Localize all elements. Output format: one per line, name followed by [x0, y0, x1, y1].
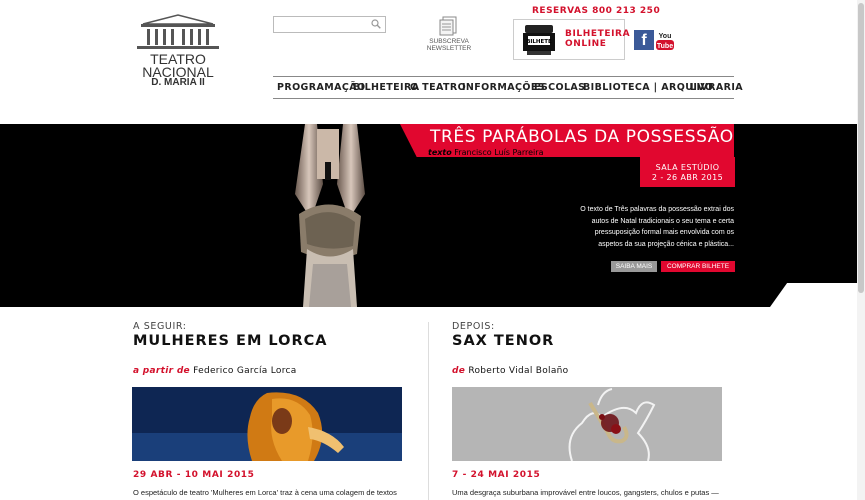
hero-description-line: aspetos da sua projeção cénica e plástic… — [598, 240, 734, 248]
search-icon[interactable] — [371, 19, 381, 29]
svg-text:You: You — [659, 33, 672, 40]
next-show-dates: 29 ABR - 10 MAI 2015 — [133, 470, 255, 480]
next-show-author: a partir de Federico García Lorca — [133, 366, 297, 376]
nav-item-o-teatro[interactable]: O TEATRO — [410, 82, 466, 93]
after-show-title[interactable]: SAX TENOR — [452, 333, 554, 349]
reservations-phone: RESERVAS 800 213 250 — [532, 6, 661, 16]
online-box-office-button[interactable]: BILHETE BILHETEIRA ONLINE — [513, 19, 630, 60]
hero-venue: SALA ESTÚDIO — [655, 163, 720, 172]
performer-in-shawl-image — [132, 387, 402, 461]
nav-item-informacoes[interactable]: INFORMAÇÕES — [462, 82, 545, 93]
box-office-line-1: BILHETEIRA — [565, 29, 631, 39]
more-info-button[interactable]: SAIBA MAIS — [611, 261, 657, 272]
hero-corner-cutout — [770, 283, 865, 307]
column-divider — [428, 322, 429, 500]
logo-line-3: D. MARIA II — [151, 77, 205, 88]
after-show-author: de Roberto Vidal Bolaño — [452, 366, 569, 376]
next-show-author-name: Federico García Lorca — [193, 366, 297, 376]
after-label: DEPOIS: — [452, 321, 495, 332]
newspaper-icon — [439, 16, 457, 36]
after-show-dates: 7 - 24 MAI 2015 — [452, 470, 541, 480]
hero-description-line: O texto de Três palavras da possessão ex… — [580, 206, 734, 213]
next-show-description: O espetáculo de teatro 'Mulheres em Lorc… — [133, 488, 397, 497]
svg-text:Tube: Tube — [657, 43, 673, 50]
hero-author: texto Francisco Luís Parreira — [428, 148, 543, 157]
hero-dates: 2 - 26 ABR 2015 — [651, 173, 724, 182]
next-label: A SEGUIR: — [133, 321, 187, 332]
hero-description-line: autos de Natal tradicionais o seu tema e… — [591, 217, 734, 225]
newsletter-line-2: NEWSLETTER — [426, 45, 472, 52]
after-show-author-name: Roberto Vidal Bolaño — [468, 366, 569, 376]
facebook-icon[interactable]: f — [634, 30, 654, 50]
next-show-image[interactable] — [132, 387, 402, 461]
main-navigation: PROGRAMAÇÃO BILHETEIRA O TEATRO INFORMAÇ… — [273, 76, 743, 99]
saxophone-chalk-outline-image — [452, 387, 722, 461]
scrollbar-thumb[interactable] — [858, 3, 864, 293]
ticket-machine-icon: BILHETE — [523, 25, 555, 55]
after-show-author-prefix: de — [452, 366, 466, 376]
after-show-description: Uma desgraça suburbana improvável entre … — [452, 488, 719, 497]
nav-item-livraria[interactable]: LIVRARIA — [690, 82, 743, 93]
hero-title[interactable]: TRÊS PARÁBOLAS DA POSSESSÃO — [430, 127, 734, 147]
after-show-image[interactable] — [452, 387, 722, 461]
hero-description: O texto de Três palavras da possessão ex… — [578, 204, 734, 250]
theatre-building-icon — [137, 14, 219, 49]
youtube-icon[interactable]: You Tube — [656, 30, 674, 50]
search-input[interactable] — [273, 16, 386, 33]
ticket-text: BILHETE — [526, 39, 552, 45]
box-office-line-2: ONLINE — [565, 39, 607, 49]
hero-author-prefix: texto — [428, 148, 452, 157]
hero-banner: TRÊS PARÁBOLAS DA POSSESSÃO texto Franci… — [0, 124, 865, 307]
venue-dates-badge: SALA ESTÚDIO 2 - 26 ABR 2015 — [640, 157, 735, 187]
performer-image — [265, 124, 395, 307]
newsletter-link[interactable]: SUBSCREVA NEWSLETTER — [425, 16, 473, 56]
newsletter-line-1: SUBSCREVA — [429, 38, 469, 45]
buy-ticket-button[interactable]: COMPRAR BILHETE — [661, 261, 735, 272]
next-show-author-prefix: a partir de — [133, 366, 190, 376]
hero-author-name: Francisco Luís Parreira — [454, 148, 544, 157]
theatre-logo[interactable]: TEATRO NACIONAL D. MARIA II — [133, 14, 223, 88]
next-show-title[interactable]: MULHERES EM LORCA — [133, 333, 328, 349]
nav-item-escolas[interactable]: ESCOLAS — [534, 82, 585, 93]
hero-description-line: pressuposição formal mais envolvida com … — [594, 229, 734, 236]
